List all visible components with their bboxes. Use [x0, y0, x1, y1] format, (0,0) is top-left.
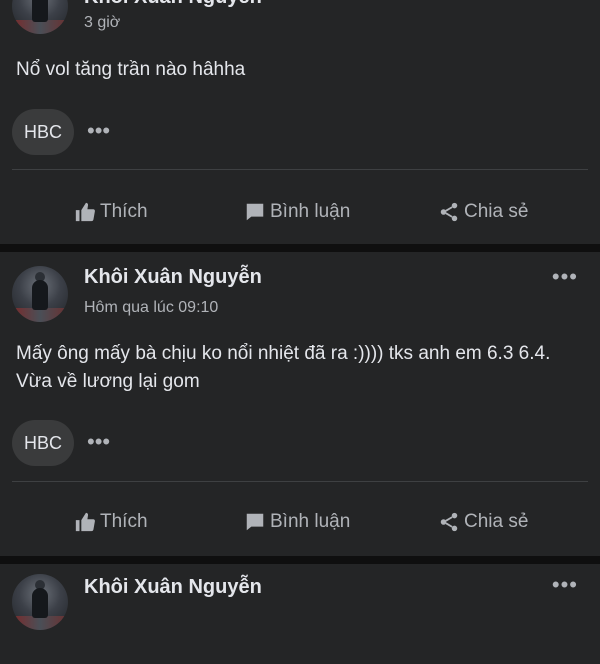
- post-time[interactable]: Hôm qua lúc 09:10: [84, 299, 218, 317]
- author-name[interactable]: Khôi Xuân Nguyễn: [84, 576, 262, 599]
- stock-tag[interactable]: HBC: [12, 109, 74, 155]
- post-content: Mấy ông mấy bà chịu ko nổi nhiệt đã ra :…: [16, 343, 551, 392]
- divider: [12, 169, 588, 170]
- post-2: Khôi Xuân Nguyễn Hôm qua lúc 09:10 ••• M…: [0, 252, 600, 556]
- stock-tag[interactable]: HBC: [12, 420, 74, 466]
- more-options-icon[interactable]: •••: [552, 264, 578, 290]
- post-actions: Thích Bình luận Chia sẻ: [0, 184, 600, 240]
- share-label: Chia sẻ: [464, 511, 529, 532]
- author-name[interactable]: Khôi Xuân Nguyễn: [84, 0, 262, 9]
- post-content: Nổ vol tăng trần nào hâhha: [16, 59, 246, 80]
- share-button[interactable]: Chia sẻ: [438, 494, 528, 550]
- share-icon: [440, 202, 458, 222]
- like-icon: [75, 512, 95, 532]
- like-button[interactable]: Thích: [74, 184, 148, 240]
- like-label: Thích: [100, 201, 148, 222]
- author-avatar[interactable]: [12, 574, 68, 630]
- author-name[interactable]: Khôi Xuân Nguyễn: [84, 266, 262, 289]
- divider: [12, 481, 588, 482]
- share-icon: [440, 512, 458, 532]
- comment-label: Bình luận: [270, 511, 351, 532]
- post-actions: Thích Bình luận Chia sẻ: [0, 494, 600, 550]
- comment-icon: [246, 513, 264, 531]
- share-button[interactable]: Chia sẻ: [438, 184, 528, 240]
- tag-more-icon[interactable]: •••: [87, 118, 110, 144]
- more-options-icon[interactable]: •••: [552, 572, 578, 598]
- post-time[interactable]: 3 giờ: [84, 14, 120, 32]
- comment-button[interactable]: Bình luận: [244, 494, 350, 550]
- author-avatar[interactable]: [12, 266, 68, 322]
- comment-label: Bình luận: [270, 201, 351, 222]
- share-label: Chia sẻ: [464, 201, 529, 222]
- like-button[interactable]: Thích: [74, 494, 148, 550]
- like-label: Thích: [100, 511, 148, 532]
- comment-button[interactable]: Bình luận: [244, 184, 350, 240]
- like-icon: [75, 202, 95, 222]
- post-1: Khôi Xuân Nguyễn 3 giờ Nổ vol tăng trần …: [0, 0, 600, 244]
- post-3: Khôi Xuân Nguyễn •••: [0, 564, 600, 664]
- author-avatar[interactable]: [12, 0, 68, 34]
- comment-icon: [246, 203, 264, 221]
- tag-more-icon[interactable]: •••: [87, 429, 110, 455]
